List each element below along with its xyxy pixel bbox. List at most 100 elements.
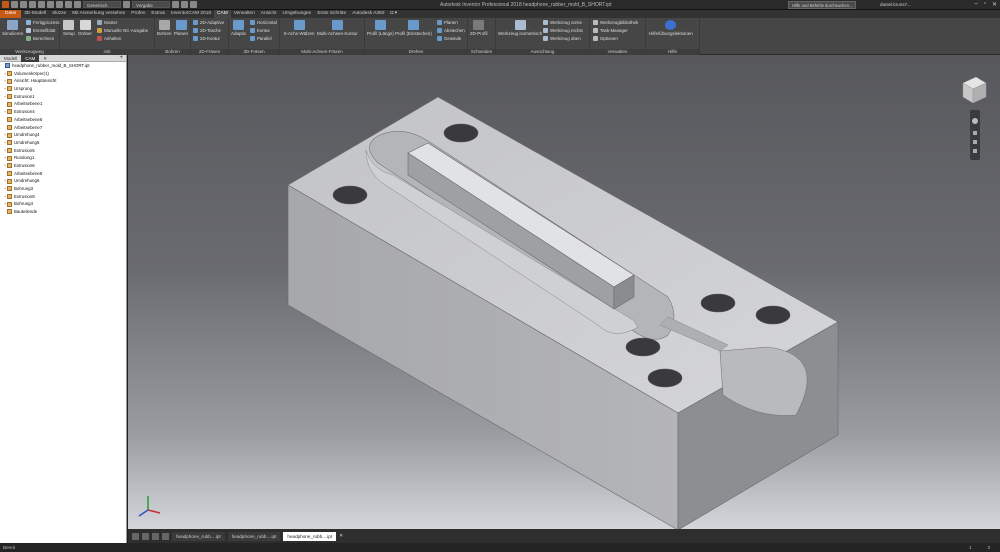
tree-item[interactable]: headphone_rubber_mold_B_SHORT.ipt xyxy=(0,62,126,70)
tree-item[interactable]: Arbeitsebene8 xyxy=(0,170,126,178)
tree-item[interactable]: + Volumenkörper(1) xyxy=(0,70,126,78)
tool-right-button[interactable]: Werkzeug rechts xyxy=(543,27,583,34)
cascade-icon[interactable] xyxy=(142,532,149,540)
tree-item[interactable]: + Extrusion8 xyxy=(0,193,126,201)
tool-library-button[interactable]: Werkzeugbibliothek xyxy=(593,19,638,26)
tab-inventorcam[interactable]: InventorCAM 2018 xyxy=(168,10,214,18)
tree-item[interactable]: + Extrusion5 xyxy=(0,147,126,155)
tab-environments[interactable]: Umgebungen xyxy=(280,10,315,18)
zoom-icon[interactable] xyxy=(973,140,977,144)
setup-sheet-process-button[interactable]: Fertigprozess xyxy=(26,19,60,26)
tree-item[interactable]: + Bohrung3 xyxy=(0,185,126,193)
tree-item[interactable]: Bauteilende xyxy=(0,208,126,216)
home-icon[interactable] xyxy=(56,1,63,8)
hole-4[interactable] xyxy=(755,305,791,325)
help-tutorials-button[interactable]: Hilfe/Übungslektionen xyxy=(649,20,693,36)
app-icon[interactable] xyxy=(2,1,9,8)
turn-face-button[interactable]: Planen xyxy=(437,19,458,26)
tab-cam-browser[interactable]: CAM xyxy=(21,54,40,62)
tree-item[interactable]: + Umdrehung4 xyxy=(0,131,126,139)
tree-item[interactable]: + Ansicht: Hauptansicht xyxy=(0,77,126,85)
horizontal-button[interactable]: Horizontal xyxy=(250,19,277,26)
2d-pocket-button[interactable]: 2D-Tasche xyxy=(193,27,221,34)
tree-item[interactable]: + Extrusion6 xyxy=(0,162,126,170)
tab-annotate[interactable]: Mit Anmerkung versehen xyxy=(69,10,128,18)
material-select[interactable]: Generisch xyxy=(83,1,121,8)
setup-sheet-button[interactable]: Einstellblatt xyxy=(26,27,55,34)
ribbon-options-icon[interactable]: ◘ ▾ xyxy=(387,10,400,18)
update-icon[interactable] xyxy=(65,1,72,8)
redo-icon[interactable] xyxy=(47,1,54,8)
palette-icon[interactable] xyxy=(123,1,130,8)
tree-item[interactable]: + Bohrung4 xyxy=(0,200,126,208)
tree-item[interactable]: Arbeitsebene1 xyxy=(0,100,126,108)
close-tab-icon[interactable]: ✕ xyxy=(39,55,51,62)
viewcube[interactable] xyxy=(962,76,987,104)
adaptive-clearing-button[interactable]: Adaptiv xyxy=(231,20,246,36)
tab-a360[interactable]: Autodesk A360 xyxy=(349,10,387,18)
setup-button[interactable]: Setup xyxy=(63,20,75,36)
pan-icon[interactable] xyxy=(973,131,977,135)
document-tab-3[interactable]: headphone_rubb....ipt xyxy=(283,531,337,541)
add-tab-icon[interactable]: + xyxy=(119,55,123,61)
tab-cam[interactable]: CAM xyxy=(214,10,231,18)
profile-groove-button[interactable]: Profil (Einstechen) xyxy=(395,20,432,36)
hole-1[interactable] xyxy=(443,123,479,143)
appearance-select[interactable]: Vorgabe xyxy=(132,1,170,8)
tab-manage[interactable]: Verwalten xyxy=(231,10,258,18)
clear-appearance-icon[interactable] xyxy=(172,1,179,8)
steering-wheel-icon[interactable] xyxy=(972,118,978,124)
pattern-button[interactable]: Muster xyxy=(97,19,117,26)
tab-tools[interactable]: Extras xyxy=(148,10,168,18)
simulate-button[interactable]: Simulieren xyxy=(2,20,23,36)
stop-button[interactable]: Anhalten xyxy=(97,35,121,42)
manual-nc-button[interactable]: Manuelle NC-Ausgabe xyxy=(97,27,148,34)
open-icon[interactable] xyxy=(20,1,27,8)
task-manager-button[interactable]: Task-Manager xyxy=(593,27,628,34)
graphics-viewport[interactable] xyxy=(128,55,1000,529)
generate-button[interactable]: Berechnen xyxy=(26,35,54,42)
close-icon[interactable]: ✕ xyxy=(992,1,997,8)
tree-item[interactable]: + Umdrehung6 xyxy=(0,177,126,185)
drill-button[interactable]: Bohren xyxy=(157,20,172,36)
part-off-button[interactable]: Abstechen xyxy=(437,27,465,34)
orbit-icon[interactable] xyxy=(973,149,977,153)
document-tab-1[interactable]: headphone_rubb....ipt xyxy=(172,531,225,541)
part-model[interactable] xyxy=(128,55,1000,529)
parallel-button[interactable]: Parallel xyxy=(250,35,272,42)
hole-2[interactable] xyxy=(332,185,368,205)
tab-3d-model[interactable]: 3D-Modell xyxy=(21,10,49,18)
tab-view[interactable]: Ansicht xyxy=(258,10,280,18)
hole-3[interactable] xyxy=(700,293,736,313)
customize-icon[interactable] xyxy=(190,1,197,8)
tree-item[interactable]: + Extrusion4 xyxy=(0,108,126,116)
tree-item[interactable]: + Rundung1 xyxy=(0,154,126,162)
tool-isometric-button[interactable]: Werkzeug isometrisch xyxy=(498,20,542,36)
select-icon[interactable] xyxy=(74,1,81,8)
user-account[interactable]: daniel.bruns7... xyxy=(880,2,911,7)
multi-axis-contour-button[interactable]: Multi-Achsen-Kontur xyxy=(317,20,358,36)
tree-item[interactable]: Arbeitsebene7 xyxy=(0,124,126,132)
thread-button[interactable]: Gewinde xyxy=(437,35,461,42)
help-search-input[interactable]: Hilfe und Befehle durchsuchen... xyxy=(788,1,856,9)
options-button[interactable]: Optionen xyxy=(593,35,618,42)
hole-6[interactable] xyxy=(647,368,683,388)
face-button[interactable]: Planen xyxy=(174,20,188,36)
tree-item[interactable]: + Umdrehung5 xyxy=(0,139,126,147)
tool-top-button[interactable]: Werkzeug oben xyxy=(543,35,581,42)
menu-icon[interactable] xyxy=(162,532,169,540)
document-tab-2[interactable]: headphone_rubb....ipt xyxy=(227,531,281,541)
new-icon[interactable] xyxy=(11,1,18,8)
minimize-icon[interactable]: – xyxy=(974,1,977,8)
tab-file[interactable]: Datei xyxy=(0,10,22,18)
undo-icon[interactable] xyxy=(38,1,45,8)
3d-contour-button[interactable]: Kontur xyxy=(250,27,270,34)
arrange-icon[interactable] xyxy=(152,532,159,540)
close-document-icon[interactable]: ✕ xyxy=(339,533,343,539)
2d-profile-button[interactable]: 2D-Profil xyxy=(470,20,488,36)
fx-icon[interactable] xyxy=(181,1,188,8)
2d-adaptive-button[interactable]: 2D-Adaptive xyxy=(193,19,224,26)
tab-get-started[interactable]: Erste Schritte xyxy=(314,10,349,18)
2d-contour-button[interactable]: 2D-Kontur xyxy=(193,35,220,42)
tab-sketch[interactable]: Skizze xyxy=(49,10,69,18)
